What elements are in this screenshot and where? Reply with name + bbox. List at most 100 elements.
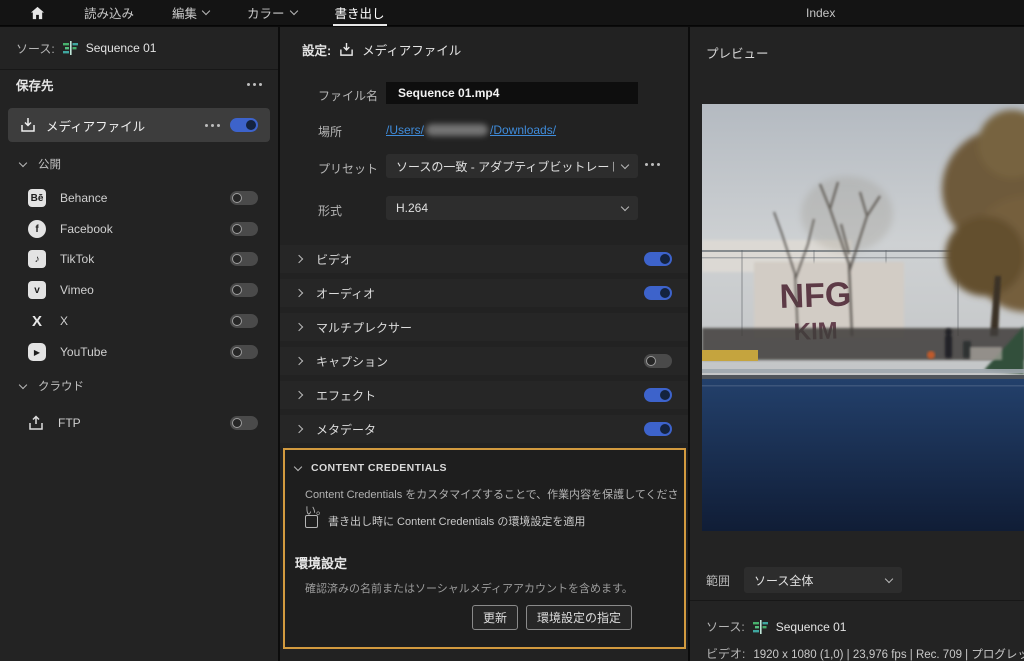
preferences-description: 確認済みの名前またはソーシャルメディアアカウントを含めます。: [305, 580, 633, 596]
more-icon[interactable]: [247, 83, 250, 86]
ftp-label: FTP: [58, 416, 216, 430]
chevron-right-icon: [295, 323, 303, 331]
chevron-right-icon: [295, 425, 303, 433]
format-value: H.264: [396, 201, 614, 215]
ftp-toggle[interactable]: [230, 416, 258, 430]
content-credentials-title: CONTENT CREDENTIALS: [311, 462, 447, 474]
facebook-toggle[interactable]: [230, 222, 258, 236]
cloud-group-label: クラウド: [38, 378, 84, 394]
tab-color[interactable]: カラー: [247, 0, 297, 26]
vimeo-icon: v: [28, 281, 46, 299]
apply-credentials-label: 書き出し時に Content Credentials の環境設定を適用: [328, 513, 585, 529]
range-dropdown[interactable]: ソース全体: [744, 567, 902, 593]
destination-x[interactable]: X X: [28, 308, 258, 334]
location-link[interactable]: /Users/ /Downloads/: [386, 123, 556, 137]
destination-ftp[interactable]: FTP: [28, 410, 258, 436]
chevron-down-icon: [294, 462, 302, 470]
metadata-toggle[interactable]: [644, 422, 672, 436]
destination-media-file[interactable]: メディアファイル: [8, 108, 270, 142]
section-metadata[interactable]: メタデータ: [280, 415, 688, 443]
chevron-right-icon: [295, 391, 303, 399]
youtube-label: YouTube: [60, 345, 216, 359]
range-label: 範囲: [706, 572, 730, 589]
preset-dropdown[interactable]: ソースの一致 - アダプティブビットレート (高): [386, 154, 638, 178]
format-label: 形式: [318, 202, 342, 219]
section-audio[interactable]: オーディオ: [280, 279, 688, 307]
chevron-down-icon: [885, 574, 893, 582]
specify-preferences-button[interactable]: 環境設定の指定: [526, 605, 632, 630]
audio-toggle[interactable]: [644, 286, 672, 300]
facebook-icon: f: [28, 220, 46, 238]
chevron-down-icon: [19, 380, 27, 388]
project-title: Index: [806, 0, 835, 26]
tab-edit-label: 編集: [172, 3, 197, 22]
video-info-row: ビデオ: 1920 x 1080 (1,0) | 23,976 fps | Re…: [706, 645, 1024, 661]
preview-panel: プレビュー: [690, 27, 1024, 661]
destinations-sidebar: ソース: Sequence 01 保存先 メディアファイル: [0, 27, 278, 661]
apply-credentials-checkbox[interactable]: [305, 515, 318, 528]
vimeo-toggle[interactable]: [230, 283, 258, 297]
section-effects[interactable]: エフェクト: [280, 381, 688, 409]
tab-edit[interactable]: 編集: [172, 0, 209, 26]
update-button[interactable]: 更新: [472, 605, 518, 630]
range-value: ソース全体: [754, 572, 878, 589]
x-toggle[interactable]: [230, 314, 258, 328]
cloud-group[interactable]: クラウド: [20, 377, 84, 395]
effects-toggle[interactable]: [644, 388, 672, 402]
tab-import-label: 読み込み: [84, 3, 134, 22]
download-icon: [20, 117, 36, 133]
download-icon: [339, 42, 354, 57]
home-button[interactable]: [28, 4, 46, 22]
top-menu-bar: 読み込み 編集 カラー 書き出し Index: [0, 0, 1024, 26]
location-suffix: /Downloads/: [490, 123, 556, 137]
section-multiplexer[interactable]: マルチプレクサー: [280, 313, 688, 341]
section-captions[interactable]: キャプション: [280, 347, 688, 375]
preview-frame-image: NFG KIM: [702, 104, 1024, 531]
behance-toggle[interactable]: [230, 191, 258, 205]
upload-icon: [28, 415, 44, 431]
video-toggle[interactable]: [644, 252, 672, 266]
preview-source-value: Sequence 01: [776, 620, 847, 634]
video-info-value: 1920 x 1080 (1,0) | 23,976 fps | Rec. 70…: [753, 646, 1024, 661]
media-file-label: メディアファイル: [46, 116, 195, 135]
destinations-header: 保存先: [16, 75, 262, 94]
destination-youtube[interactable]: ▶ YouTube: [28, 339, 258, 365]
vimeo-label: Vimeo: [60, 283, 216, 297]
destination-facebook[interactable]: f Facebook: [28, 216, 258, 242]
tab-import[interactable]: 読み込み: [84, 0, 134, 26]
destination-tiktok[interactable]: ♪ TikTok: [28, 246, 258, 272]
location-label: 場所: [318, 123, 342, 140]
section-metadata-label: メタデータ: [316, 421, 630, 438]
youtube-toggle[interactable]: [230, 345, 258, 359]
more-icon[interactable]: [205, 124, 208, 127]
format-dropdown[interactable]: H.264: [386, 196, 638, 220]
media-file-toggle[interactable]: [230, 118, 258, 132]
filename-input[interactable]: [386, 82, 638, 104]
publish-group[interactable]: 公開: [20, 155, 61, 173]
home-icon: [30, 6, 45, 20]
section-multiplexer-label: マルチプレクサー: [316, 319, 672, 336]
tab-export[interactable]: 書き出し: [335, 0, 385, 26]
tab-export-label: 書き出し: [335, 3, 385, 22]
destinations-header-label: 保存先: [16, 75, 54, 94]
content-credentials-header[interactable]: CONTENT CREDENTIALS: [295, 462, 447, 474]
preset-more-icon[interactable]: [645, 163, 648, 166]
section-video[interactable]: ビデオ: [280, 245, 688, 273]
behance-icon: Bē: [28, 189, 46, 207]
destination-vimeo[interactable]: v Vimeo: [28, 277, 258, 303]
preview-source-label: ソース:: [706, 618, 745, 635]
range-row: 範囲 ソース全体: [706, 567, 902, 593]
export-settings-panel: 設定: メディアファイル ファイル名 場所 /Users/ /Downloads…: [280, 27, 688, 661]
x-label: X: [60, 314, 216, 328]
source-label: ソース:: [16, 40, 55, 57]
tab-color-label: カラー: [247, 3, 285, 22]
tiktok-toggle[interactable]: [230, 252, 258, 266]
apply-credentials-checkbox-row[interactable]: 書き出し時に Content Credentials の環境設定を適用: [305, 513, 585, 529]
section-video-label: ビデオ: [316, 251, 630, 268]
divider: [690, 600, 1024, 601]
chevron-down-icon: [621, 160, 629, 168]
destination-behance[interactable]: Bē Behance: [28, 185, 258, 211]
chevron-down-icon: [202, 7, 210, 15]
captions-toggle[interactable]: [644, 354, 672, 368]
x-icon: X: [28, 312, 46, 330]
